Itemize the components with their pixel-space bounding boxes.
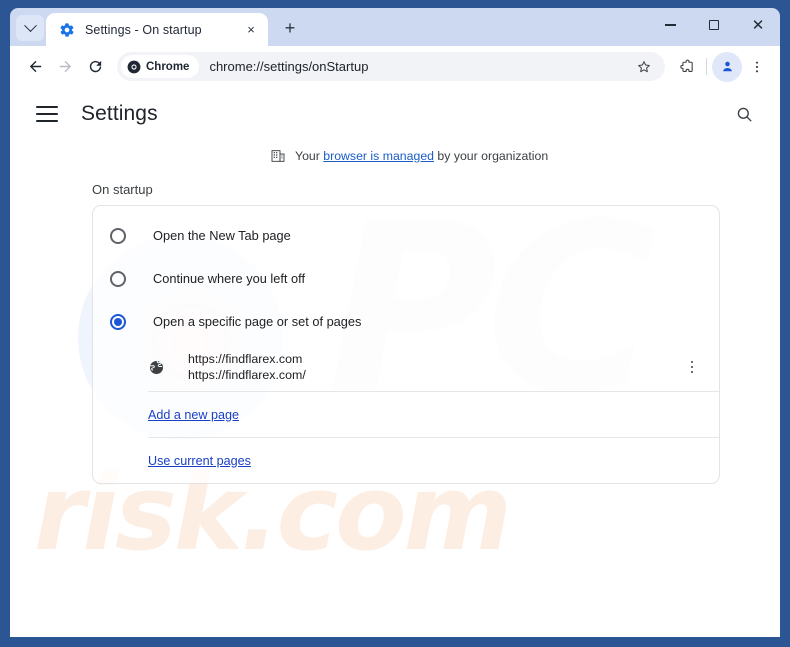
address-bar[interactable]: Chrome chrome://settings/onStartup: [117, 52, 665, 81]
managed-notice-text: Your browser is managed by your organiza…: [295, 149, 548, 163]
bookmark-button[interactable]: [629, 52, 659, 82]
reload-icon: [89, 60, 101, 73]
add-new-page-link[interactable]: Add a new page: [148, 408, 239, 422]
back-button[interactable]: [20, 52, 50, 82]
search-settings-button[interactable]: [730, 100, 758, 128]
use-current-pages-link[interactable]: Use current pages: [148, 454, 251, 468]
maximize-icon: [709, 20, 719, 30]
use-current-pages-row[interactable]: Use current pages: [93, 438, 719, 483]
browser-toolbar: Chrome chrome://settings/onStartup: [10, 46, 780, 87]
search-icon: [737, 107, 752, 122]
browser-tab[interactable]: Settings - On startup ×: [46, 13, 268, 46]
tab-title: Settings - On startup: [85, 22, 202, 37]
maximize-button[interactable]: [692, 8, 736, 42]
extensions-puzzle-icon: [679, 59, 693, 72]
chevron-down-icon: [23, 18, 37, 32]
managed-notice: Your browser is managed by your organiza…: [10, 144, 780, 168]
startup-option-specific-pages[interactable]: Open a specific page or set of pages: [93, 300, 719, 343]
globe-icon: [148, 359, 165, 376]
organization-building-icon: [271, 150, 285, 162]
startup-option-new-tab[interactable]: Open the New Tab page: [93, 214, 719, 257]
star-icon: [638, 60, 650, 72]
browser-window: Settings - On startup × + ✕ Chrome chrom…: [0, 0, 790, 647]
chrome-chip-label: Chrome: [146, 60, 190, 73]
on-startup-card: Open the New Tab page Continue where you…: [92, 205, 720, 484]
startup-page-url: https://findflarex.com/: [188, 368, 306, 382]
profile-avatar-icon: [722, 61, 732, 72]
extensions-button[interactable]: [671, 52, 701, 82]
reload-button[interactable]: [80, 52, 110, 82]
three-dot-menu-icon: [755, 61, 759, 72]
startup-option-label: Continue where you left off: [153, 271, 306, 286]
startup-page-texts: https://findflarex.com https://findflare…: [188, 352, 306, 382]
page-title: Settings: [81, 102, 158, 125]
managed-prefix: Your: [295, 149, 324, 163]
back-arrow-icon: [29, 60, 41, 73]
profile-button[interactable]: [712, 51, 742, 82]
minimize-button[interactable]: [648, 8, 692, 42]
startup-page-item: https://findflarex.com https://findflare…: [93, 343, 719, 391]
close-window-button[interactable]: ✕: [736, 8, 780, 42]
managed-link[interactable]: browser is managed: [323, 149, 434, 163]
chrome-logo-icon: [127, 60, 141, 73]
url-text[interactable]: chrome://settings/onStartup: [209, 59, 629, 74]
startup-page-title: https://findflarex.com: [188, 352, 303, 366]
startup-page-menu-button[interactable]: [681, 354, 703, 380]
startup-option-label: Open the New Tab page: [153, 228, 291, 243]
settings-header: Settings: [10, 87, 780, 141]
browser-menu-button[interactable]: [742, 52, 772, 82]
startup-option-label: Open a specific page or set of pages: [153, 314, 362, 329]
forward-arrow-icon: [59, 60, 71, 73]
managed-suffix: by your organization: [434, 149, 549, 163]
radio-button[interactable]: [110, 227, 126, 244]
tab-search-button[interactable]: [16, 15, 44, 41]
close-icon: ✕: [751, 16, 765, 34]
minimize-icon: [664, 24, 676, 26]
forward-button[interactable]: [50, 52, 80, 82]
tab-close-icon[interactable]: ×: [242, 21, 260, 39]
add-new-page-row[interactable]: Add a new page: [93, 392, 719, 437]
radio-button[interactable]: [110, 270, 126, 287]
tab-strip: Settings - On startup × + ✕: [10, 8, 780, 46]
section-label: On startup: [92, 182, 153, 197]
settings-page: PC risk.com Settings Your browser: [10, 87, 780, 637]
radio-button-selected[interactable]: [110, 313, 126, 330]
hamburger-menu-icon[interactable]: [36, 106, 58, 122]
toolbar-divider: [706, 58, 707, 75]
startup-option-continue[interactable]: Continue where you left off: [93, 257, 719, 300]
chrome-origin-chip[interactable]: Chrome: [121, 55, 200, 78]
three-dot-menu-icon: [690, 360, 694, 364]
settings-gear-icon: [59, 22, 75, 38]
new-tab-button[interactable]: +: [276, 14, 304, 42]
window-controls: ✕: [648, 8, 780, 42]
